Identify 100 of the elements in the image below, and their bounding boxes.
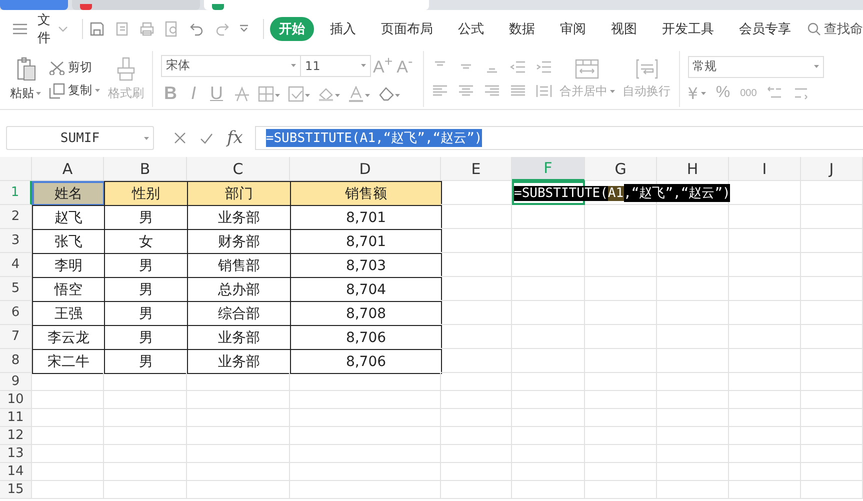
grid-cell[interactable] bbox=[801, 391, 863, 409]
grid-cell[interactable] bbox=[290, 373, 441, 391]
search-icon[interactable] bbox=[807, 22, 821, 36]
grid-cell[interactable] bbox=[729, 481, 801, 499]
grid-cell[interactable] bbox=[585, 445, 657, 463]
search-command[interactable]: 查找命 bbox=[824, 20, 863, 38]
grid-cell[interactable] bbox=[441, 463, 512, 481]
grid-cell[interactable] bbox=[729, 427, 801, 445]
fill-pattern-icon[interactable] bbox=[288, 86, 310, 102]
grid-cell[interactable] bbox=[441, 373, 512, 391]
grid-cell[interactable] bbox=[290, 427, 441, 445]
grid-cell[interactable] bbox=[657, 229, 729, 253]
grid-cell[interactable] bbox=[801, 253, 863, 277]
grid-cell[interactable] bbox=[441, 427, 512, 445]
grid-cell[interactable] bbox=[585, 349, 657, 373]
align-center-icon[interactable] bbox=[458, 84, 474, 98]
paste-button[interactable]: 粘贴 bbox=[10, 56, 41, 102]
grid-cell[interactable] bbox=[657, 391, 729, 409]
grid-cell[interactable] bbox=[729, 229, 801, 253]
grid-cell[interactable] bbox=[801, 481, 863, 499]
align-right-icon[interactable] bbox=[484, 84, 500, 98]
grid-cell[interactable] bbox=[441, 301, 512, 325]
grid-cell[interactable] bbox=[657, 325, 729, 349]
distributed-icon[interactable] bbox=[536, 84, 552, 98]
grid-cell[interactable] bbox=[512, 463, 585, 481]
grid-cell[interactable] bbox=[290, 463, 441, 481]
ribbon-tab[interactable]: 页面布局 bbox=[372, 17, 442, 41]
export-icon[interactable] bbox=[114, 21, 130, 37]
grid-cell[interactable] bbox=[290, 481, 441, 499]
grid-cell[interactable] bbox=[32, 391, 104, 409]
grid-cell[interactable] bbox=[441, 277, 512, 301]
grid-cell[interactable] bbox=[441, 253, 512, 277]
grid-cell[interactable] bbox=[729, 409, 801, 427]
grid-cell[interactable] bbox=[657, 427, 729, 445]
grid-cell[interactable] bbox=[32, 481, 104, 499]
confirm-icon[interactable] bbox=[200, 132, 213, 144]
column-header[interactable]: A bbox=[32, 157, 104, 181]
grid-cell[interactable] bbox=[512, 391, 585, 409]
grid-cell[interactable] bbox=[801, 373, 863, 391]
grid-cell[interactable] bbox=[104, 463, 187, 481]
grid-cell[interactable] bbox=[290, 391, 441, 409]
grid-cell[interactable] bbox=[187, 409, 290, 427]
grid-cell[interactable] bbox=[512, 349, 585, 373]
row-header[interactable]: 13 bbox=[0, 445, 32, 463]
grid-cell[interactable] bbox=[585, 373, 657, 391]
grid-cell[interactable] bbox=[801, 181, 863, 205]
grid-cell[interactable] bbox=[512, 373, 585, 391]
align-left-icon[interactable] bbox=[432, 84, 448, 98]
grid-cell[interactable] bbox=[729, 253, 801, 277]
grid-cell[interactable] bbox=[32, 463, 104, 481]
grid-cell[interactable] bbox=[512, 481, 585, 499]
insert-function-button[interactable]: fx bbox=[227, 128, 243, 148]
print-icon[interactable] bbox=[139, 21, 156, 37]
grid-cell[interactable] bbox=[187, 481, 290, 499]
grid-cell[interactable] bbox=[801, 205, 863, 229]
grid-cell[interactable] bbox=[585, 463, 657, 481]
name-box[interactable]: SUMIF bbox=[6, 126, 154, 150]
grid-cell[interactable] bbox=[512, 229, 585, 253]
font-color-icon[interactable] bbox=[348, 86, 370, 102]
column-header[interactable]: E bbox=[441, 157, 512, 181]
row-header[interactable]: 12 bbox=[0, 427, 32, 445]
row-header[interactable]: 8 bbox=[0, 349, 32, 373]
grid-cell[interactable] bbox=[187, 445, 290, 463]
grid-cell[interactable] bbox=[187, 463, 290, 481]
grid-cell[interactable] bbox=[441, 325, 512, 349]
row-header[interactable]: 11 bbox=[0, 409, 32, 427]
ribbon-tab[interactable]: 插入 bbox=[321, 17, 365, 41]
row-header[interactable]: 15 bbox=[0, 481, 32, 499]
grid-cell[interactable] bbox=[104, 481, 187, 499]
grid-cell[interactable] bbox=[729, 325, 801, 349]
grid-cell[interactable] bbox=[657, 481, 729, 499]
grid-cell[interactable] bbox=[512, 445, 585, 463]
ribbon-tab[interactable]: 开发工具 bbox=[653, 17, 723, 41]
grid-cell[interactable] bbox=[657, 463, 729, 481]
save-icon[interactable] bbox=[89, 21, 106, 37]
grid-cell[interactable] bbox=[729, 373, 801, 391]
grid-cell[interactable] bbox=[187, 373, 290, 391]
grid-cell[interactable] bbox=[585, 325, 657, 349]
grid-cell[interactable] bbox=[512, 409, 585, 427]
document-tab[interactable] bbox=[204, 0, 429, 10]
grid-cell[interactable] bbox=[801, 445, 863, 463]
grid-cell[interactable] bbox=[585, 391, 657, 409]
select-all-corner[interactable] bbox=[0, 157, 32, 181]
grid-cell[interactable] bbox=[512, 427, 585, 445]
column-header[interactable]: B bbox=[104, 157, 187, 181]
row-header[interactable]: 6 bbox=[0, 301, 32, 325]
grid-cell[interactable] bbox=[104, 409, 187, 427]
grid-cell[interactable] bbox=[32, 373, 104, 391]
grid-cell[interactable] bbox=[32, 445, 104, 463]
grid-cell[interactable] bbox=[104, 391, 187, 409]
grid-cell[interactable] bbox=[801, 463, 863, 481]
grid-cell[interactable] bbox=[729, 391, 801, 409]
grid-cell[interactable] bbox=[801, 301, 863, 325]
grid-cell[interactable] bbox=[801, 325, 863, 349]
ribbon-tab[interactable]: 公式 bbox=[449, 17, 493, 41]
grid-cell[interactable] bbox=[585, 205, 657, 229]
formula-input[interactable]: =SUBSTITUTE(A1,“赵飞”,“赵云”) bbox=[254, 126, 863, 150]
row-header[interactable]: 9 bbox=[0, 373, 32, 391]
grid-cell[interactable] bbox=[729, 301, 801, 325]
grid-cell[interactable] bbox=[187, 427, 290, 445]
